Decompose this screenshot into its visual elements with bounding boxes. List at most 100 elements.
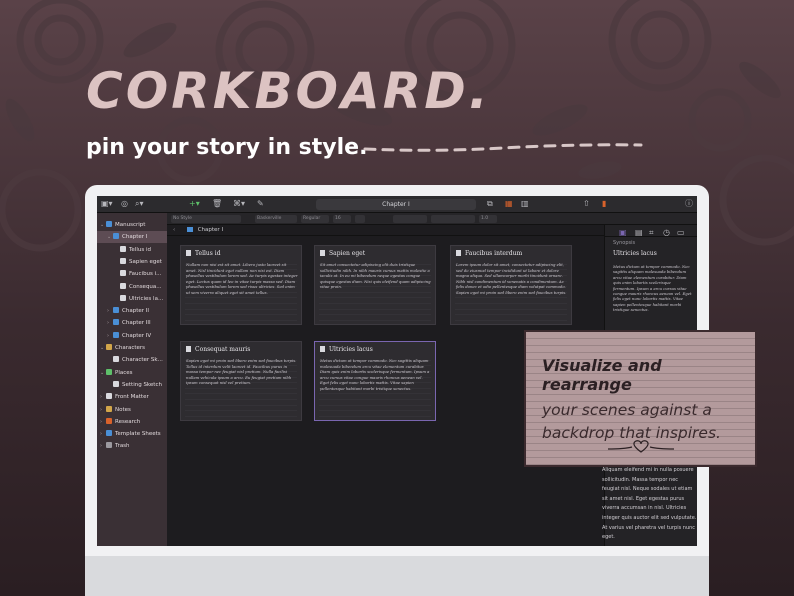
index-card[interactable]: Consequat mauris Sapien eget mi proin sed… [180,341,302,421]
binder-item[interactable]: › Chapter II [97,305,167,317]
binder-item[interactable]: ⌄ Manuscript [97,219,167,231]
view-mode-icon[interactable]: ◎ [121,199,128,209]
card-synopsis: Metus dictum at tempor commodo. Nec sagi… [320,358,430,391]
binder-item[interactable]: ⌄ Chapter I [97,231,167,244]
binder-item-label: Sapien eget [129,258,162,265]
binder-item-label: Chapter II [122,308,149,315]
card-title: Ultricies lacus [320,346,373,353]
document-icon [186,250,191,256]
binder-item[interactable]: ⌄ Places [97,367,167,379]
card-synopsis: Sapien eget mi proin sed libero enim sed… [186,358,297,386]
index-card[interactable]: Ultricies lacus Metus dictum at tempor co… [314,341,436,421]
heart-flourish-icon [607,440,675,453]
search-icon[interactable]: ⌕▾ [135,199,144,209]
binder-item[interactable]: › Trash [97,440,167,452]
note-headline: Visualize and rearrange [542,356,662,394]
style-select[interactable]: No Style [171,215,241,223]
history-tab-icon[interactable]: ◷ [663,228,670,238]
corkboard-grid-icon[interactable]: ▦ [505,199,513,209]
binder-item[interactable]: ⌄ Characters [97,342,167,354]
format-bar: No Style Baskerville Regular 16 1.0 [167,213,697,225]
notes-icon [106,405,112,412]
share-icon[interactable]: ⇧ [583,199,590,209]
binder-item-label: Tellus id [129,246,151,253]
font-size-select[interactable]: 16 [333,215,351,223]
binder-item[interactable]: › Chapter III [97,317,167,329]
sidebar-toggle-icon[interactable]: ▣▾ [101,199,113,209]
document-icon [120,245,126,252]
synopsis-label: Synopsis [613,240,636,246]
manuscript-icon [106,221,112,227]
binder-item[interactable]: › Chapter IV [97,330,167,342]
inspector-tabs: ▣ ▤ ⌗ ◷ ▭ [605,225,697,237]
compose-icon[interactable]: ▥ [521,199,529,209]
document-icon [320,346,325,352]
comments-tab-icon[interactable]: ▭ [677,228,685,238]
characters-icon [106,344,112,350]
binder-item[interactable]: › Front Matter [97,391,167,403]
index-card[interactable]: Tellus id Nullam non nisi est sit amet. L… [180,245,302,325]
binder-item-label: Research [115,418,141,425]
font-select[interactable]: Baskerville [255,215,297,223]
places-icon [106,368,112,375]
binder-item[interactable]: Tellus id [97,244,167,256]
card-title: Sapien eget [320,250,365,257]
synopsis-tab-icon[interactable]: ▣ [619,228,627,238]
binder-item[interactable]: › Research [97,416,167,428]
card-synopsis: Sit amet consectetur adipiscing elit dui… [320,262,431,290]
corkboard-header-label: Chapter I [197,227,224,233]
binder-item[interactable]: Character Sk... [97,354,167,366]
edit-icon[interactable]: ✎ [257,199,264,209]
binder-item-label: Trash [115,443,130,450]
research-icon [106,417,112,424]
folder-icon [113,307,119,314]
binder-item-label: Chapter I [122,234,148,241]
text-color-button[interactable] [355,215,365,223]
dashed-divider [363,143,643,152]
folder-icon [113,331,119,338]
binder-item[interactable]: › Template Sheets [97,428,167,440]
sketch-icon [113,380,119,387]
binder-item[interactable]: › Notes [97,404,167,416]
inspector-notes[interactable]: Aliquam eleifend mi in nulla posuere sol… [602,466,697,543]
card-title-text: Ultricies lacus [329,346,373,353]
bookmark-icon[interactable]: ▮ [602,199,606,209]
card-title-text: Consequat mauris [195,346,251,353]
alignment-buttons[interactable] [431,215,475,223]
back-chevron-icon[interactable]: ‹ [173,227,175,233]
index-card[interactable]: Faucibus interdum Lorem ipsum dolor sit a… [450,245,572,325]
notes-tab-icon[interactable]: ▤ [635,228,643,238]
main-toolbar: ▣▾ ◎ ⌕▾ +▾ 🗑 ⌘▾ ✎ Chapter I ⧉ ▦ ▥ ⇧ ▮ ⓘ [97,196,697,213]
inspector-toggle-icon[interactable]: ⓘ [685,199,693,209]
binder-item-label: Chapter IV [122,332,152,339]
layout-icon[interactable]: ⧉ [487,199,493,209]
card-title-text: Sapien eget [329,250,366,257]
binder-item[interactable]: Ultricies la... [97,293,167,305]
document-icon [320,250,325,256]
tags-tab-icon[interactable]: ⌗ [649,228,654,238]
binder-item[interactable]: Sapien eget [97,256,167,268]
link-icon[interactable]: ⌘▾ [233,199,245,209]
document-icon [120,257,126,264]
synopsis-text[interactable]: Metus dictum at tempor commodo. Nec sagi… [613,264,693,313]
trash-icon[interactable]: 🗑 [212,199,222,209]
synopsis-title[interactable]: Ultricies lacus [613,250,657,257]
note-line-1: your scenes against a [542,401,712,419]
document-icon [120,270,126,277]
hero-subtitle: pin your story in style. [86,135,368,160]
binder-item[interactable]: Consequa... [97,281,167,293]
binder-item-label: Consequa... [129,283,162,290]
binder-item[interactable]: Setting Sketch [97,379,167,391]
line-spacing-select[interactable]: 1.0 [479,215,497,223]
card-title-text: Faucibus interdum [465,250,523,257]
weight-select[interactable]: Regular [301,215,329,223]
binder-item-label: Places [115,369,133,376]
binder-item-label: Notes [115,406,131,413]
binder-item[interactable]: Faucibus i... [97,268,167,280]
card-title-text: Tellus id [195,250,221,257]
bold-italic-buttons[interactable] [393,215,427,223]
add-icon[interactable]: +▾ [189,199,200,209]
binder-item-label: Characters [115,345,146,351]
front-matter-icon [106,393,112,400]
index-card[interactable]: Sapien eget Sit amet consectetur adipisci… [314,245,436,325]
